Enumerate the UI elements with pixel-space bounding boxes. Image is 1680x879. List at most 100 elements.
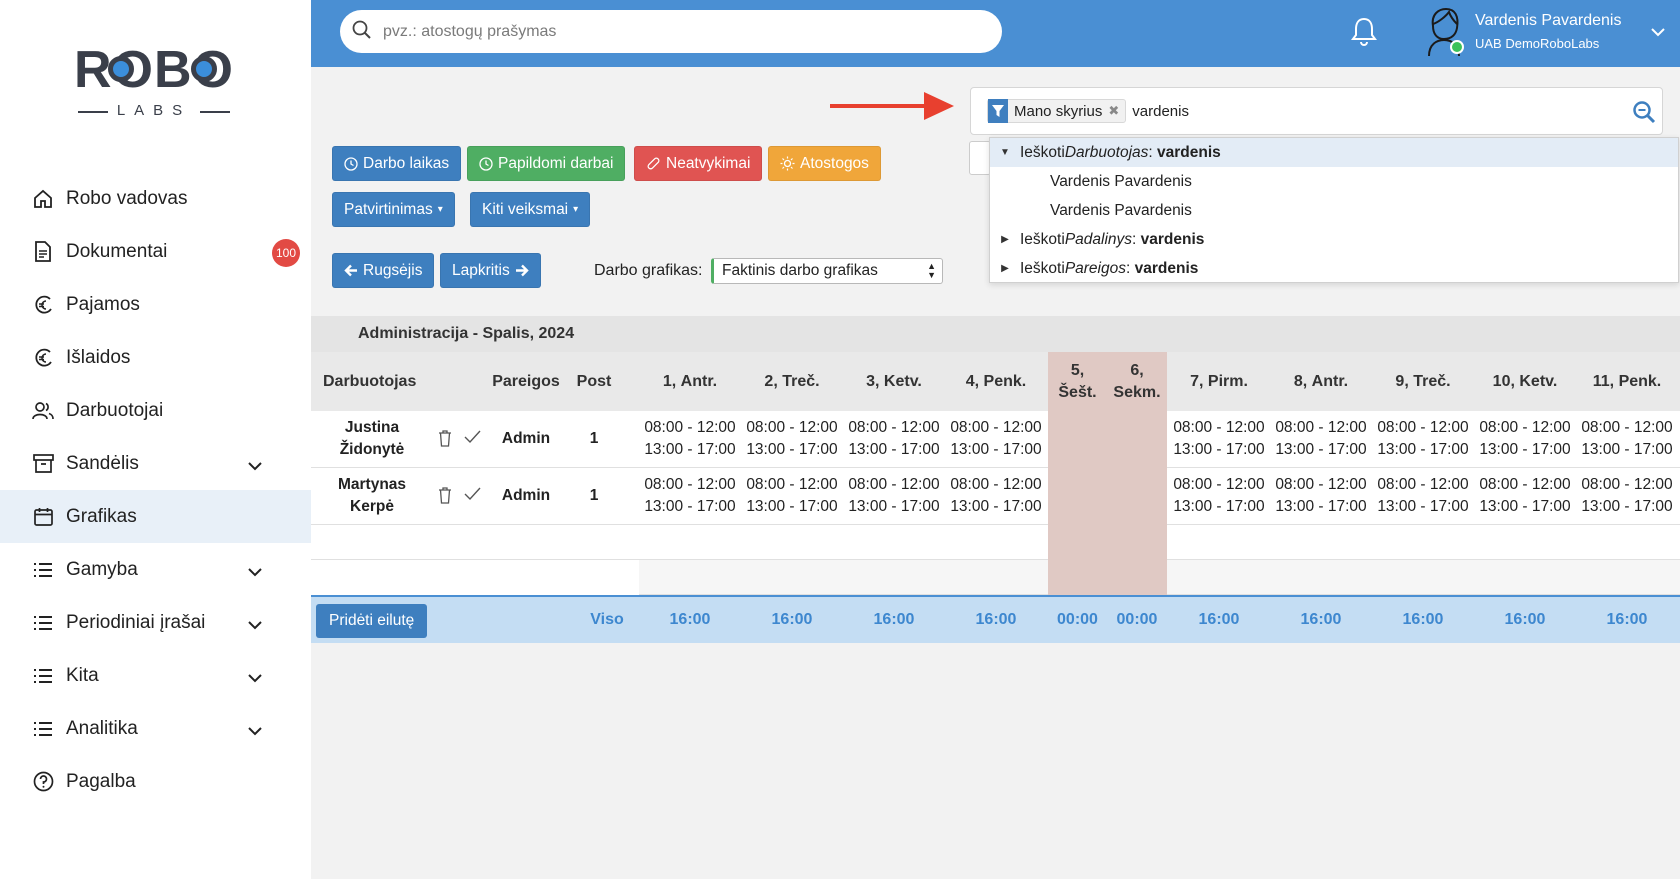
sidebar-item-dokumentai[interactable]: Dokumentai 100 xyxy=(0,225,311,278)
shift-cell[interactable]: 08:00 - 12:00 13:00 - 17:00 xyxy=(1270,468,1372,524)
sidebar-item-pagalba[interactable]: Pagalba xyxy=(0,755,311,808)
filter-toggle-button[interactable] xyxy=(969,141,991,175)
search-suggestion[interactable]: ▼ Ieškoti Darbuotojas: vardenis xyxy=(990,138,1678,167)
suggestion-field: Darbuotojas xyxy=(1064,143,1149,161)
shift-cell[interactable]: 08:00 - 12:00 13:00 - 17:00 xyxy=(741,468,843,524)
column-header-position[interactable]: Pareigos xyxy=(491,352,561,411)
schedule-table: Administracija - Spalis, 2024 Darbuotoja… xyxy=(311,316,1680,643)
online-status-dot xyxy=(1450,40,1464,54)
extra-work-button[interactable]: Papildomi darbai xyxy=(467,146,626,181)
column-header-employee[interactable]: Darbuotojas xyxy=(323,352,428,411)
filter-facet[interactable]: Mano skyrius ✖ xyxy=(987,99,1127,123)
shift-cell[interactable]: 08:00 - 12:00 13:00 - 17:00 xyxy=(945,411,1047,467)
column-header-day[interactable]: 2, Treč. xyxy=(741,352,843,411)
column-header-weekend-day[interactable]: 6, Sekm. xyxy=(1107,352,1167,411)
weekend-empty-cell[interactable] xyxy=(1048,468,1167,525)
shift-cell[interactable]: 08:00 - 12:00 13:00 - 17:00 xyxy=(843,411,945,467)
shift-cell[interactable]: 08:00 - 12:00 13:00 - 17:00 xyxy=(1576,411,1678,467)
list-icon xyxy=(32,612,54,634)
zoom-search-icon[interactable] xyxy=(1632,100,1656,129)
vacations-button[interactable]: Atostogos xyxy=(768,146,881,181)
search-suggestion-result[interactable]: Vardenis Pavardenis xyxy=(990,196,1678,225)
shift-cell[interactable]: 08:00 - 12:00 13:00 - 17:00 xyxy=(1270,411,1372,467)
shift-cell[interactable]: 08:00 - 12:00 13:00 - 17:00 xyxy=(1474,411,1576,467)
trash-icon[interactable] xyxy=(438,430,452,452)
global-search[interactable] xyxy=(340,10,1002,53)
shift-cell[interactable]: 08:00 - 12:00 13:00 - 17:00 xyxy=(1372,411,1474,467)
chevron-down-icon[interactable] xyxy=(1651,24,1665,42)
table-search-box[interactable]: Mano skyrius ✖ vardenis xyxy=(970,87,1663,135)
column-header-post[interactable]: Post xyxy=(571,352,617,411)
shift-time: 13:00 - 17:00 xyxy=(746,441,838,458)
sidebar-item-robo-vadovas[interactable]: Robo vadovas xyxy=(0,172,311,225)
schedule-select[interactable]: Faktinis darbo grafikas ▲ ▼ xyxy=(711,258,943,284)
shift-time: 08:00 - 12:00 xyxy=(644,476,736,493)
global-search-input[interactable] xyxy=(383,22,963,41)
post-cell[interactable]: 1 xyxy=(571,468,617,524)
confirmation-dropdown-button[interactable]: Patvirtinimas ▾ xyxy=(332,192,455,227)
shift-cell[interactable]: 08:00 - 12:00 13:00 - 17:00 xyxy=(843,468,945,524)
absences-button[interactable]: Neatvykimai xyxy=(634,146,763,181)
shift-time: 13:00 - 17:00 xyxy=(1581,498,1673,515)
sidebar-item-sandelis[interactable]: Sandėlis xyxy=(0,437,311,490)
column-header-day[interactable]: 4, Penk. xyxy=(945,352,1047,411)
shift-time: 08:00 - 12:00 xyxy=(848,476,940,493)
employee-name-cell[interactable]: Martynas Kerpė xyxy=(311,468,433,524)
shift-cell[interactable]: 08:00 - 12:00 13:00 - 17:00 xyxy=(1168,468,1270,524)
day-name: Šešt. xyxy=(1058,383,1097,401)
column-header-day[interactable]: 7, Pirm. xyxy=(1168,352,1270,411)
check-icon[interactable] xyxy=(464,487,481,509)
clock-icon xyxy=(344,156,358,171)
shift-cell[interactable]: 08:00 - 12:00 13:00 - 17:00 xyxy=(1474,468,1576,524)
sidebar-item-kita[interactable]: Kita xyxy=(0,649,311,702)
next-month-button[interactable]: Lapkritis xyxy=(440,253,541,288)
shift-cell[interactable]: 08:00 - 12:00 13:00 - 17:00 xyxy=(1372,468,1474,524)
sidebar-item-periodiniai-irasai[interactable]: Periodiniai įrašai xyxy=(0,596,311,649)
table-search-query[interactable]: vardenis xyxy=(1132,103,1189,120)
column-header-day[interactable]: 9, Treč. xyxy=(1372,352,1474,411)
sidebar-item-pajamos[interactable]: Pajamos xyxy=(0,278,311,331)
shift-cell[interactable]: 08:00 - 12:00 13:00 - 17:00 xyxy=(1168,411,1270,467)
logo-dot-icon xyxy=(191,56,217,82)
shift-cell[interactable]: 08:00 - 12:00 13:00 - 17:00 xyxy=(1576,468,1678,524)
shift-cell[interactable]: 08:00 - 12:00 13:00 - 17:00 xyxy=(945,468,1047,524)
weekend-empty-cell[interactable] xyxy=(1048,411,1167,468)
check-icon[interactable] xyxy=(464,430,481,452)
employee-name-cell[interactable]: Justina Židonytė xyxy=(311,411,433,467)
column-header-day[interactable]: 1, Antr. xyxy=(639,352,741,411)
search-suggestion-result[interactable]: Vardenis Pavardenis xyxy=(990,167,1678,196)
work-time-button[interactable]: Darbo laikas xyxy=(332,146,462,181)
column-header-day[interactable]: 8, Antr. xyxy=(1270,352,1372,411)
remove-facet-icon[interactable]: ✖ xyxy=(1108,103,1119,119)
user-name[interactable]: Vardenis Pavardenis xyxy=(1475,12,1621,30)
sidebar-item-islaidos[interactable]: Išlaidos xyxy=(0,331,311,384)
column-header-weekend-day[interactable]: 5, Šešt. xyxy=(1048,352,1107,411)
position-cell[interactable]: Admin xyxy=(491,468,561,524)
add-row-button[interactable]: Pridėti eilutę xyxy=(316,604,428,638)
other-actions-dropdown-button[interactable]: Kiti veiksmai ▾ xyxy=(470,192,591,227)
column-header-day[interactable]: 3, Ketv. xyxy=(843,352,945,411)
bell-icon[interactable] xyxy=(1351,16,1377,51)
robolabs-logo[interactable]: ROBO LABS xyxy=(74,42,234,122)
column-header-day[interactable]: 11, Penk. xyxy=(1576,352,1678,411)
trash-icon[interactable] xyxy=(438,487,452,509)
sidebar-item-grafikas[interactable]: Grafikas xyxy=(0,490,311,543)
employee-first-name: Justina xyxy=(344,419,400,436)
search-suggestion[interactable]: ▶ Ieškoti Pareigos: vardenis xyxy=(990,254,1678,283)
sidebar-item-darbuotojai[interactable]: Darbuotojai xyxy=(0,384,311,437)
day-total: 00:00 xyxy=(1116,611,1158,628)
shift-time: 08:00 - 12:00 xyxy=(1275,419,1367,436)
user-company: UAB DemoRoboLabs xyxy=(1475,36,1600,51)
previous-month-button[interactable]: Rugsėjis xyxy=(332,253,435,288)
day-name: Antr. xyxy=(680,372,718,390)
position-cell[interactable]: Admin xyxy=(491,411,561,467)
post-cell[interactable]: 1 xyxy=(571,411,617,467)
shift-cell[interactable]: 08:00 - 12:00 13:00 - 17:00 xyxy=(639,411,741,467)
column-header-day[interactable]: 10, Ketv. xyxy=(1474,352,1576,411)
sidebar-item-analitika[interactable]: Analitika xyxy=(0,702,311,755)
search-suggestion[interactable]: ▶ Ieškoti Padalinys: vardenis xyxy=(990,225,1678,254)
shift-cell[interactable]: 08:00 - 12:00 13:00 - 17:00 xyxy=(741,411,843,467)
shift-cell[interactable]: 08:00 - 12:00 13:00 - 17:00 xyxy=(639,468,741,524)
sidebar-item-gamyba[interactable]: Gamyba xyxy=(0,543,311,596)
sidebar-item-label: Pajamos xyxy=(66,293,140,315)
